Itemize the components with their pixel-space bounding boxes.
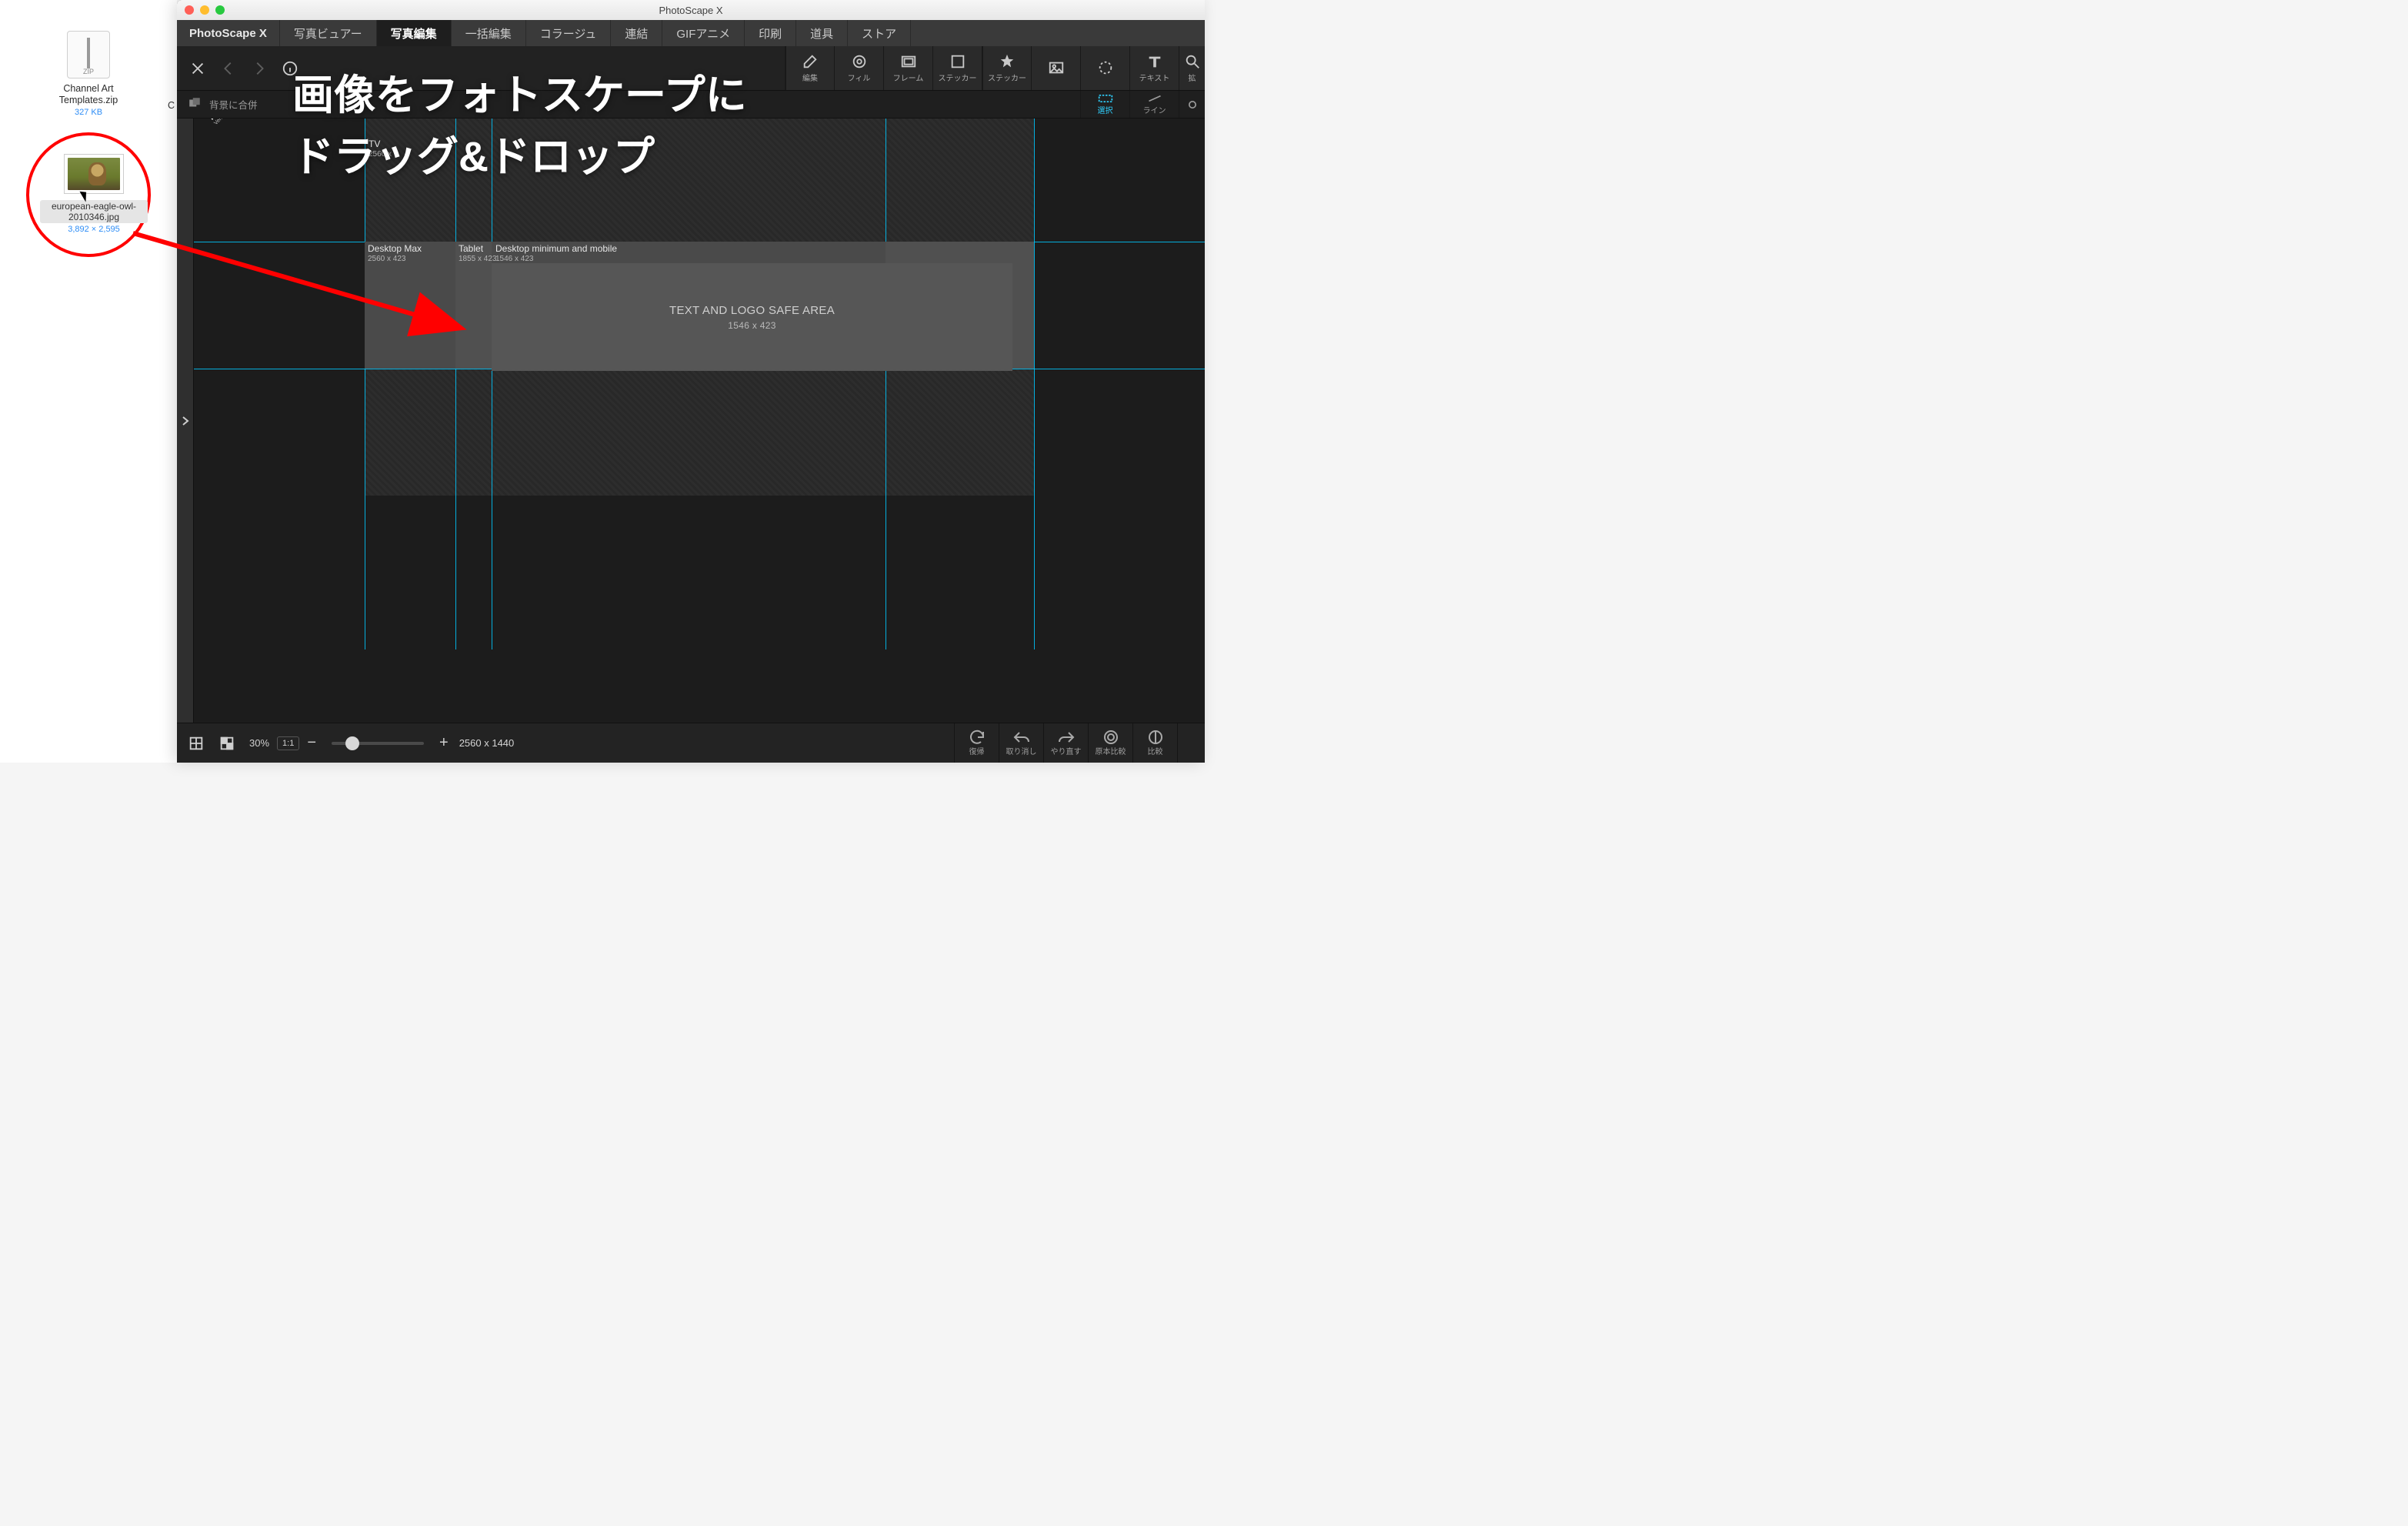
secondary-toolbar: 背景に合併 選択 ライン bbox=[177, 91, 1205, 119]
image-thumbnail bbox=[64, 154, 124, 194]
tab-gif[interactable]: GIFアニメ bbox=[662, 20, 745, 46]
mode-extra[interactable] bbox=[1179, 91, 1205, 118]
tab-editor[interactable]: 写真編集 bbox=[377, 20, 452, 46]
zip-icon: ZIP bbox=[67, 31, 110, 78]
mode-line[interactable]: ライン bbox=[1129, 91, 1179, 118]
traffic-lights bbox=[185, 5, 225, 15]
background-toggle-button[interactable] bbox=[215, 732, 238, 755]
safe-area: TEXT AND LOGO SAFE AREA 1546 x 423 bbox=[492, 263, 1012, 371]
safe-area-label: TEXT AND LOGO SAFE AREA bbox=[669, 304, 835, 317]
tool-text[interactable]: テキスト bbox=[1129, 46, 1179, 90]
tool-filter[interactable]: フィル bbox=[834, 46, 883, 90]
close-window-button[interactable] bbox=[185, 5, 194, 15]
label-desktop-min: Desktop minimum and mobile1546 x 423 bbox=[495, 243, 617, 265]
footer-extra[interactable] bbox=[1177, 723, 1200, 763]
file-meta: 3,892 × 2,595 bbox=[40, 225, 148, 234]
zoom-window-button[interactable] bbox=[215, 5, 225, 15]
file-name: Channel Art Templates.zip bbox=[35, 83, 142, 106]
finder-window: ZIP Channel Art Templates.zip 327 KB C e… bbox=[0, 0, 177, 763]
window-title: PhotoScape X bbox=[177, 5, 1205, 16]
label-desktop-max: Desktop Max2560 x 423 bbox=[368, 243, 422, 265]
tab-store[interactable]: ストア bbox=[848, 20, 911, 46]
tool-sticker[interactable]: ステッカーステッカー bbox=[982, 46, 1031, 90]
zoom-value: 30% bbox=[249, 737, 269, 749]
annotation-circle: european-eagle-owl-2010346.jpg 3,892 × 2… bbox=[26, 132, 151, 257]
canvas-viewport[interactable]: PROVersion TV2560 x Desk bbox=[194, 119, 1205, 723]
primary-tabs: PhotoScape X 写真ビュアー 写真編集 一括編集 コラージュ 連結 G… bbox=[177, 20, 1205, 46]
tab-tools[interactable]: 道具 bbox=[796, 20, 848, 46]
zoom-slider[interactable] bbox=[332, 742, 424, 745]
tool-insert[interactable]: ステッカー bbox=[932, 46, 982, 90]
truncated-file-label: C bbox=[168, 100, 175, 111]
tab-combine[interactable]: 連結 bbox=[611, 20, 662, 46]
app-brand[interactable]: PhotoScape X bbox=[177, 20, 280, 46]
editor-footer: 30% 1:1 − + 2560 x 1440 復帰 取り消し やり直す 原本比… bbox=[177, 723, 1205, 763]
footer-undo[interactable]: 取り消し bbox=[999, 723, 1043, 763]
merge-background-icon[interactable] bbox=[188, 96, 202, 112]
editor-stage: PROVersion TV2560 x Desk bbox=[177, 119, 1205, 723]
tool-frame[interactable]: フレーム bbox=[883, 46, 932, 90]
footer-compare[interactable]: 比較 bbox=[1132, 723, 1177, 763]
artboard[interactable]: TV2560 x Desktop Max2560 x 423 Tablet185… bbox=[365, 119, 1034, 496]
tool-edit[interactable]: 編集 bbox=[785, 46, 834, 90]
tab-batch[interactable]: 一括編集 bbox=[452, 20, 526, 46]
nav-forward-button bbox=[249, 58, 269, 78]
safe-area-dim: 1546 x 423 bbox=[728, 320, 775, 331]
tool-shape[interactable] bbox=[1080, 46, 1129, 90]
info-button[interactable] bbox=[280, 58, 300, 78]
merge-background-label[interactable]: 背景に合併 bbox=[209, 97, 258, 112]
label-tablet: Tablet1855 x 423 bbox=[459, 243, 497, 265]
tab-collage[interactable]: コラージュ bbox=[526, 20, 612, 46]
zoom-out-button[interactable]: − bbox=[307, 734, 316, 752]
tab-viewer[interactable]: 写真ビュアー bbox=[280, 20, 377, 46]
footer-redo[interactable]: やり直す bbox=[1043, 723, 1088, 763]
image-dimensions: 2560 x 1440 bbox=[459, 737, 515, 749]
zoom-in-button[interactable]: + bbox=[439, 734, 449, 752]
footer-compare-original[interactable]: 原本比較 bbox=[1088, 723, 1132, 763]
tool-magnify[interactable]: 拡 bbox=[1179, 46, 1205, 90]
close-button[interactable] bbox=[188, 58, 208, 78]
editor-toolbar: 編集 フィル フレーム ステッカー ステッカーステッカー テキスト 拡 bbox=[177, 46, 1205, 91]
file-name: european-eagle-owl-2010346.jpg bbox=[40, 200, 148, 223]
grid-toggle-button[interactable] bbox=[185, 732, 208, 755]
footer-revert[interactable]: 復帰 bbox=[954, 723, 999, 763]
minimize-window-button[interactable] bbox=[200, 5, 209, 15]
window-titlebar[interactable]: PhotoScape X bbox=[177, 0, 1205, 20]
tool-sticker-label: ステッカー bbox=[988, 72, 1026, 83]
finder-file-image[interactable]: european-eagle-owl-2010346.jpg 3,892 × 2… bbox=[40, 145, 148, 234]
mode-select[interactable]: 選択 bbox=[1080, 91, 1129, 118]
finder-file-zip[interactable]: ZIP Channel Art Templates.zip 327 KB bbox=[35, 31, 142, 117]
pro-badge: PROVersion bbox=[200, 119, 257, 153]
sidebar-expand-handle[interactable] bbox=[177, 119, 194, 723]
nav-back-button bbox=[218, 58, 238, 78]
label-tv: TV2560 x bbox=[369, 139, 392, 160]
tab-print[interactable]: 印刷 bbox=[745, 20, 796, 46]
photoscape-window: PhotoScape X PhotoScape X 写真ビュアー 写真編集 一括… bbox=[177, 0, 1205, 763]
file-meta: 327 KB bbox=[35, 108, 142, 117]
tool-image[interactable] bbox=[1031, 46, 1080, 90]
zoom-actual-button[interactable]: 1:1 bbox=[277, 736, 299, 750]
